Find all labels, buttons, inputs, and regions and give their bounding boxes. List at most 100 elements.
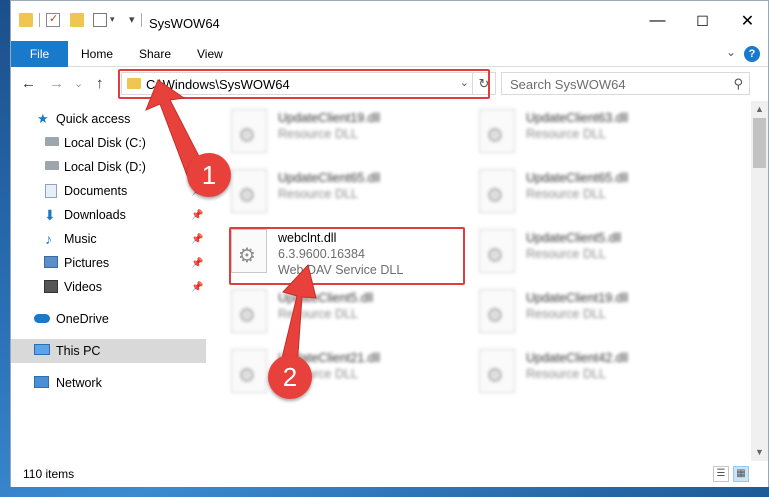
file-name: UpdateClient65.dll [526,171,629,185]
dll-file-icon: ⚙ [479,349,515,393]
scroll-up-icon[interactable]: ▲ [751,101,768,118]
sidebar-item-documents[interactable]: Documents 📌 [11,179,206,203]
star-icon: ★ [37,111,49,126]
tiles-view-icon[interactable]: ▦ [733,466,749,482]
drive-icon [45,137,59,146]
search-placeholder[interactable]: Search SysWOW64 [510,77,626,92]
file-type: Resource DLL [526,247,606,261]
sidebar-item-videos[interactable]: Videos 📌 [11,275,206,299]
toolbar-dropdown-icon[interactable]: ▾ [110,14,115,25]
download-icon: ⬇ [44,207,56,223]
vertical-scrollbar[interactable]: ▲ ▼ [751,101,768,461]
sidebar-item-label: OneDrive [56,312,109,326]
file-item[interactable]: ⚙ UpdateClient5.dll Resource DLL [479,225,709,281]
dll-file-icon: ⚙ [479,109,515,153]
ribbon: File Home Share View ⌄ ? [11,41,768,67]
pin-icon[interactable]: 📌 [191,234,203,245]
sidebar-item-local-disk-d[interactable]: Local Disk (D:) [11,155,206,179]
dll-file-icon: ⚙ [231,289,267,333]
sidebar-item-local-disk-c[interactable]: Local Disk (C:) [11,131,206,155]
file-highlight-box [229,227,465,285]
search-icon[interactable]: ⚲ [733,76,743,92]
file-item[interactable]: ⚙ UpdateClient63.dll Resource DLL [479,105,709,161]
tab-home[interactable]: Home [81,47,113,61]
customize-qa-icon[interactable]: ▾ [129,13,135,26]
sidebar-item-label: Quick access [56,112,131,126]
sidebar-item-label: Pictures [64,256,110,270]
file-item[interactable]: ⚙ UpdateClient65.dll Resource DLL [231,165,461,221]
file-type: Resource DLL [526,307,606,321]
tab-file[interactable]: File [11,41,68,67]
sidebar-item-label: Local Disk (C:) [64,136,146,150]
file-name: UpdateClient19.dll [278,111,381,125]
navigation-pane: ★ Quick access Local Disk (C:) Local Dis… [11,101,206,461]
tab-share[interactable]: Share [139,47,171,61]
sidebar-item-label: Network [56,376,102,390]
file-name: UpdateClient63.dll [526,111,629,125]
file-item[interactable]: ⚙ UpdateClient19.dll Resource DLL [479,285,709,341]
maximize-button[interactable]: ☐ [680,1,725,41]
new-folder-icon[interactable] [70,13,84,27]
file-name: UpdateClient65.dll [278,171,381,185]
minimize-button[interactable]: — [635,1,680,41]
dll-file-icon: ⚙ [479,289,515,333]
sidebar-item-label: Videos [64,280,102,294]
file-item[interactable]: ⚙ UpdateClient42.dll Resource DLL [479,345,709,401]
document-icon [45,184,57,198]
file-item[interactable]: ⚙ UpdateClient19.dll Resource DLL [231,105,461,161]
search-box[interactable]: Search SysWOW64 ⚲ [501,72,750,95]
pin-icon[interactable]: 📌 [191,210,203,221]
details-view-icon[interactable]: ☰ [713,466,729,482]
sidebar-item-network[interactable]: Network [11,371,206,395]
scroll-thumb[interactable] [753,118,766,168]
sidebar-item-downloads[interactable]: ⬇ Downloads 📌 [11,203,206,227]
computer-icon [34,344,50,355]
sidebar-item-this-pc[interactable]: This PC [11,339,206,363]
file-type: Resource DLL [278,307,358,321]
sidebar-item-music[interactable]: ♪ Music 📌 [11,227,206,251]
sidebar-item-quick-access[interactable]: ★ Quick access [11,107,206,131]
network-icon [34,376,49,388]
file-item[interactable]: ⚙ UpdateClient5.dll Resource DLL [231,285,461,341]
sidebar-item-label: Music [64,232,97,246]
sidebar-item-label: Downloads [64,208,126,222]
picture-icon [44,256,58,268]
sidebar-item-pictures[interactable]: Pictures 📌 [11,251,206,275]
customize-toolbar-icon[interactable] [93,13,107,27]
sidebar-item-onedrive[interactable]: OneDrive [11,307,206,331]
file-type: Resource DLL [278,187,358,201]
file-name: UpdateClient42.dll [526,351,629,365]
dll-file-icon: ⚙ [479,169,515,213]
ribbon-expand-icon[interactable]: ⌄ [726,45,736,59]
tab-view[interactable]: View [197,47,223,61]
divider [141,13,142,27]
scroll-down-icon[interactable]: ▼ [751,444,768,461]
dll-file-icon: ⚙ [479,229,515,273]
recent-locations-icon[interactable]: ⌄ [74,77,83,90]
file-item[interactable]: ⚙ UpdateClient21.dll Resource DLL [231,345,461,401]
file-name: UpdateClient5.dll [278,291,374,305]
item-count: 110 items [23,467,75,481]
drive-icon [45,161,59,170]
step-2-badge: 2 [268,355,312,399]
pin-icon[interactable]: 📌 [191,282,203,293]
file-type: Resource DLL [278,127,358,141]
window-title: SysWOW64 [149,16,220,31]
back-arrow-icon[interactable]: ← [21,75,36,92]
status-bar: 110 items ☰ ▦ [11,461,768,487]
sidebar-item-label: This PC [56,344,101,358]
file-type: Resource DLL [526,187,606,201]
file-item[interactable]: ⚙ UpdateClient65.dll Resource DLL [479,165,709,221]
properties-icon[interactable]: ✓ [46,13,60,27]
pin-icon[interactable]: 📌 [191,258,203,269]
title-bar: ✓ ▾ ▾ SysWOW64 — ☐ ✕ [11,1,768,41]
folder-icon [19,13,33,27]
close-button[interactable]: ✕ [725,1,769,41]
divider [39,13,40,27]
cloud-icon [34,314,50,323]
file-name: UpdateClient5.dll [526,231,622,245]
help-icon[interactable]: ? [744,46,760,62]
up-arrow-icon[interactable]: ↑ [96,75,104,92]
sidebar-item-label: Documents [64,184,128,198]
forward-arrow-icon[interactable]: → [49,75,64,92]
